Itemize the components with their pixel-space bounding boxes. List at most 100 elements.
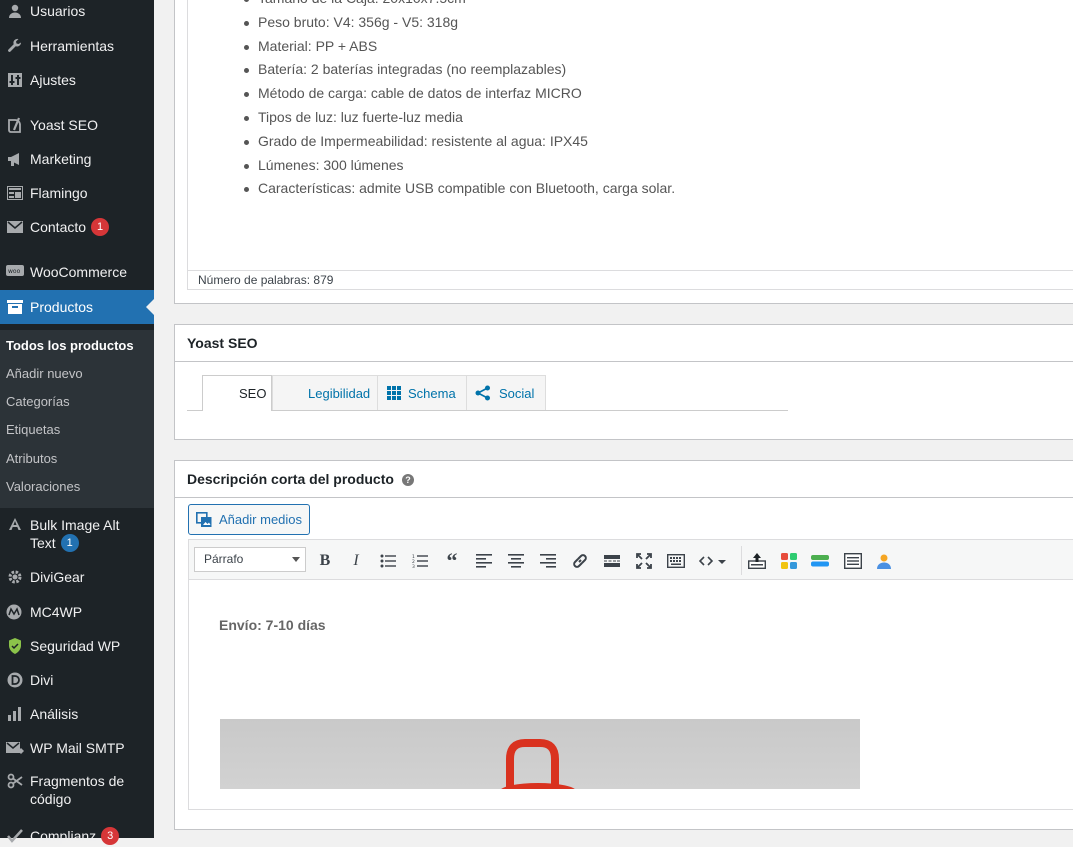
list-item: Tamaño de la Caja: 20x10x7.5cm (243, 0, 675, 11)
list-item: Lúmenes: 300 lúmenes (243, 154, 675, 178)
sidebar-item-herramientas[interactable]: Herramientas (0, 35, 154, 57)
share-icon (475, 385, 491, 401)
bar-chart-icon (0, 706, 30, 722)
description-content-area[interactable]: Tamaño de la Caja: 20x10x7.5cm Peso brut… (187, 0, 1073, 290)
short-description-content-area[interactable]: Envío: 7-10 días (188, 580, 1073, 810)
link-icon[interactable] (569, 550, 591, 572)
submenu-valoraciones[interactable]: Valoraciones (6, 479, 80, 494)
submenu-anadir-nuevo[interactable]: Añadir nuevo (6, 366, 83, 381)
sidebar-item-label: Complianz (30, 828, 97, 844)
sidebar-item-label: Fragmentos de (30, 773, 125, 789)
megaphone-icon (0, 151, 30, 167)
productos-submenu: Todos los productos Añadir nuevo Categor… (0, 330, 154, 508)
keyboard-icon[interactable] (665, 550, 687, 572)
format-select-value: Párrafo (204, 552, 244, 566)
mail-smtp-icon (0, 741, 30, 755)
tab-schema[interactable]: Schema (377, 375, 467, 410)
toolbar-separator (741, 546, 742, 575)
sidebar-item-complianz[interactable]: Complianz 3 (0, 825, 154, 847)
tab-label: SEO (239, 386, 267, 401)
sidebar-item-analisis[interactable]: Análisis (0, 703, 154, 725)
sidebar-item-label: DiviGear (30, 569, 85, 585)
sidebar-item-label-line2: código (30, 791, 72, 807)
sidebar-item-label-group: Bulk Image Alt Text 1 (30, 516, 120, 552)
add-media-button[interactable]: Añadir medios (188, 504, 310, 535)
read-more-button[interactable] (601, 550, 623, 572)
sidebar-item-marketing[interactable]: Marketing (0, 148, 154, 170)
sidebar-item-label: Ajustes (30, 72, 76, 88)
tab-label: Legibilidad (308, 385, 371, 401)
upload-icon[interactable] (746, 550, 768, 572)
sidebar-item-yoast[interactable]: Yoast SEO (0, 114, 154, 136)
color-blocks-icon[interactable] (778, 550, 800, 572)
sidebar-item-wp-mail-smtp[interactable]: WP Mail SMTP (0, 737, 154, 759)
notification-badge: 1 (60, 534, 79, 552)
tab-legibilidad[interactable]: Legibilidad (272, 375, 378, 410)
divider (175, 497, 1073, 498)
sidebar-item-contacto[interactable]: Contacto 1 (0, 216, 154, 238)
sidebar-item-label-group: Fragmentos de código (30, 772, 124, 808)
align-left-button[interactable] (473, 550, 495, 572)
italic-button[interactable]: I (345, 550, 367, 572)
list-item: Material: PP + ABS (243, 35, 675, 59)
archive-icon (0, 300, 30, 314)
product-description-editor: Tamaño de la Caja: 20x10x7.5cm Peso brut… (174, 0, 1073, 304)
chevron-down-icon (292, 557, 300, 562)
sidebar-item-usuarios[interactable]: Usuarios (0, 0, 154, 22)
sidebar-item-divi[interactable]: Divi (0, 669, 154, 691)
admin-sidebar: Usuarios Herramientas Ajustes Yoast SEO … (0, 0, 154, 845)
sidebar-item-label: Divi (30, 672, 54, 688)
help-icon[interactable]: ? (401, 474, 414, 486)
bold-button[interactable]: B (314, 550, 336, 572)
sidebar-item-seguridad-wp[interactable]: Seguridad WP (0, 635, 154, 657)
list-item: Características: admite USB compatible c… (243, 177, 675, 201)
submenu-atributos[interactable]: Atributos (6, 451, 57, 466)
blockquote-button[interactable]: “ (441, 548, 463, 573)
sidebar-item-label: Contacto (30, 219, 87, 235)
align-right-button[interactable] (537, 550, 559, 572)
add-media-label: Añadir medios (218, 512, 303, 527)
tab-social[interactable]: Social (466, 375, 546, 410)
sidebar-item-mc4wp[interactable]: MC4WP (0, 601, 154, 623)
sidebar-item-fragmentos-de-codigo[interactable]: Fragmentos de código (0, 772, 154, 810)
tab-seo[interactable]: SEO (202, 375, 272, 411)
add-media-icon (195, 511, 213, 528)
sidebar-item-bulk-image-alt-text[interactable]: Bulk Image Alt Text 1 (0, 516, 154, 554)
gear-icon (0, 569, 30, 585)
sidebar-item-woocommerce[interactable]: woo WooCommerce (0, 261, 154, 283)
sidebar-item-divigear[interactable]: DiviGear (0, 566, 154, 588)
code-dropdown-button[interactable] (697, 550, 729, 572)
divider (175, 361, 1073, 362)
bullet-list-button[interactable] (377, 550, 399, 572)
sidebar-item-label: Flamingo (30, 185, 88, 201)
metabox-title[interactable]: Descripción corta del producto (187, 471, 394, 487)
sidebar-item-ajustes[interactable]: Ajustes (0, 69, 154, 91)
layers-icon[interactable] (809, 550, 831, 572)
word-count: Número de palabras: 879 (188, 270, 1073, 289)
submenu-etiquetas[interactable]: Etiquetas (6, 422, 60, 437)
submenu-categorias[interactable]: Categorías (6, 394, 70, 409)
fullscreen-icon[interactable] (633, 550, 655, 572)
submenu-todos-los-productos[interactable]: Todos los productos (6, 338, 134, 353)
numbered-list-button[interactable]: 123 (409, 550, 431, 572)
svg-text:3: 3 (412, 564, 415, 568)
grid-icon (387, 386, 401, 400)
list-item: Batería: 2 baterías integradas (no reemp… (243, 58, 675, 82)
sidebar-item-label: Bulk Image Alt (30, 517, 120, 533)
woocommerce-icon: woo (0, 265, 30, 279)
sidebar-item-productos[interactable]: Productos (0, 290, 154, 324)
tab-label: Schema (408, 385, 456, 401)
scissors-icon (0, 773, 30, 789)
align-center-button[interactable] (505, 550, 527, 572)
sidebar-item-flamingo[interactable]: Flamingo (0, 182, 154, 204)
sidebar-item-label: Análisis (30, 706, 79, 722)
table-icon[interactable] (842, 550, 864, 572)
format-select[interactable]: Párrafo (194, 547, 306, 572)
feature-list: Tamaño de la Caja: 20x10x7.5cm Peso brut… (243, 0, 675, 201)
list-item: Grado de Impermeabilidad: resistente al … (243, 130, 675, 154)
sidebar-item-label: MC4WP (30, 604, 83, 620)
list-item: Tipos de luz: luz fuerte-luz media (243, 106, 675, 130)
metabox-title[interactable]: Yoast SEO (187, 335, 258, 351)
user-icon[interactable] (873, 550, 895, 572)
yoast-seo-metabox: Yoast SEO SEO Legibilidad Schema Social (174, 324, 1073, 440)
